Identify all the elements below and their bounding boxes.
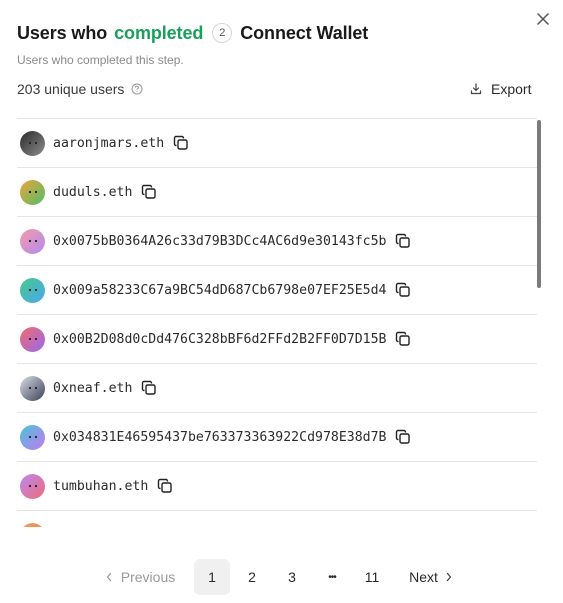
close-button[interactable] [533,9,553,29]
info-icon[interactable] [131,83,143,95]
user-row[interactable]: 0x034831E46595437be763373363922Cd978E38d… [17,413,537,462]
copy-icon[interactable] [141,380,157,396]
copy-icon[interactable] [395,429,411,445]
previous-page-button[interactable]: Previous [104,559,176,595]
page-button-2[interactable]: 2 [234,559,270,595]
avatar [20,522,45,527]
avatar [20,326,45,352]
wallet-address: 0x00B2D08d0cDd476C328bBF6d2FFd2B2FF0D7D1… [53,331,387,347]
user-row[interactable]: aaronjmars.eth [17,119,537,168]
copy-icon[interactable] [395,233,411,249]
page-button-3[interactable]: 3 [274,559,310,595]
copy-icon[interactable] [173,135,189,151]
user-list[interactable]: aaronjmars.eth duduls.eth 0x0075bB0364A26c… [17,118,537,527]
users-dialog: Users who completed 2 Connect Wallet Use… [0,0,563,603]
avatar [20,375,45,401]
dialog-title: Users who completed 2 Connect Wallet [17,20,368,46]
page-button-1[interactable]: 1 [194,559,230,595]
chevron-left-icon [106,572,111,582]
dialog-subtitle: Users who completed this step. [17,53,184,67]
avatar [20,179,45,205]
title-status: completed [114,22,204,43]
wallet-address: 0x034831E46595437be763373363922Cd978E38d… [53,429,387,445]
user-row[interactable]: duduls.eth [17,168,537,217]
download-icon [470,83,482,95]
copy-icon[interactable] [157,478,173,494]
avatar [20,424,45,450]
copy-icon[interactable] [395,282,411,298]
user-row[interactable] [17,511,537,527]
wallet-address: 0x009a58233C67a9BC54dD687Cb6798e07EF25E5… [53,282,387,298]
step-name: Connect Wallet [240,22,369,43]
wallet-address: aaronjmars.eth [53,135,165,151]
next-label: Next [409,569,438,585]
pagination: Previous 1 2 3 ••• 11 Next [0,559,563,595]
export-button[interactable]: Export [470,79,531,99]
next-page-button[interactable]: Next [404,559,458,595]
unique-users-summary: 203 unique users [17,81,143,97]
wallet-address: 0x0075bB0364A26c33d79B3DCc4AC6d9e30143fc… [53,233,387,249]
close-icon [537,13,549,25]
avatar [20,277,45,303]
user-row[interactable]: 0x0075bB0364A26c33d79B3DCc4AC6d9e30143fc… [17,217,537,266]
page-ellipsis: ••• [328,571,337,583]
wallet-address: 0xneaf.eth [53,380,133,396]
copy-icon[interactable] [395,331,411,347]
export-label: Export [491,81,532,97]
avatar [20,228,45,254]
avatar [20,473,45,499]
user-row[interactable]: tumbuhan.eth [17,462,537,511]
step-number-badge: 2 [212,23,233,43]
user-row[interactable]: 0xneaf.eth [17,364,537,413]
previous-label: Previous [120,569,176,585]
wallet-address: duduls.eth [53,184,133,200]
title-prefix: Users who [17,22,108,43]
wallet-address: tumbuhan.eth [53,478,149,494]
avatar [20,130,45,156]
scrollbar-thumb[interactable] [537,120,541,288]
chevron-right-icon [446,572,452,582]
user-row[interactable]: 0x00B2D08d0cDd476C328bBF6d2FFd2B2FF0D7D1… [17,315,537,364]
unique-users-count: 203 unique users [17,81,125,97]
copy-icon[interactable] [141,184,157,200]
page-button-11[interactable]: 11 [354,559,390,595]
user-row[interactable]: 0x009a58233C67a9BC54dD687Cb6798e07EF25E5… [17,266,537,315]
